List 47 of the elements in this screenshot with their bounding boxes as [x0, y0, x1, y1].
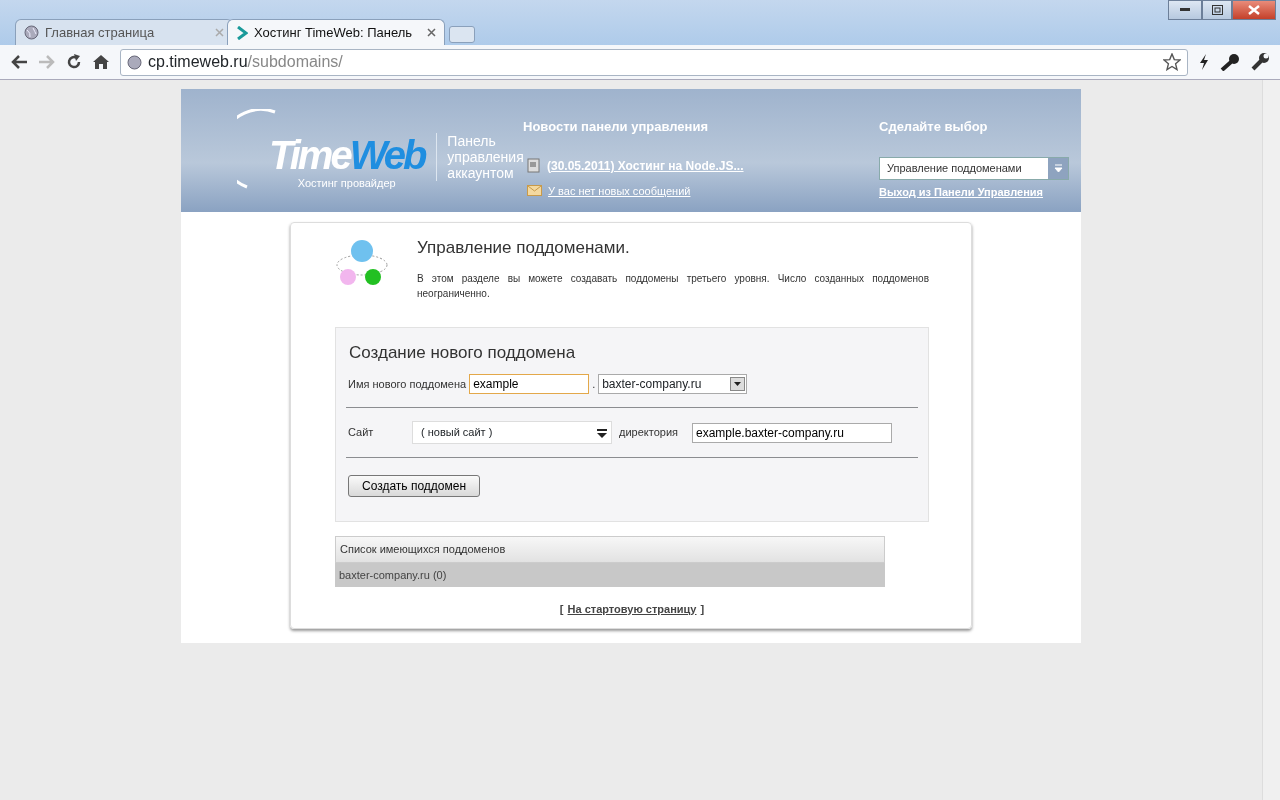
logo-tagline: Хостинг провайдер — [297, 176, 396, 192]
home-icon[interactable] — [92, 54, 110, 70]
subdomain-name-field[interactable]: example — [469, 374, 590, 394]
domain-select[interactable]: baxter-company.ru — [598, 374, 748, 394]
minimize-icon — [1180, 8, 1190, 12]
field-label: Имя нового поддомена — [348, 376, 467, 392]
section-select[interactable]: Управление поддоменами — [879, 156, 1069, 180]
back-icon[interactable] — [10, 54, 28, 70]
create-subdomain-button[interactable]: Создать поддомен — [348, 475, 481, 497]
dropdown-arrow-icon — [1053, 163, 1063, 173]
choice-title: Сделайте выбор — [879, 118, 989, 136]
address-bar[interactable]: cp.timeweb.ru/subdomains/ — [120, 48, 1188, 76]
chevron-icon — [236, 25, 248, 40]
globe-icon — [127, 54, 142, 70]
maximize-button[interactable] — [1202, 0, 1232, 20]
site-select[interactable]: ( новый сайт ) — [412, 421, 612, 444]
bracket: [ — [559, 602, 564, 617]
key-icon[interactable] — [1220, 53, 1240, 71]
dot-separator: . — [592, 376, 596, 392]
spheres-icon — [335, 237, 389, 287]
directory-field[interactable]: example.baxter-company.ru — [692, 422, 892, 443]
section-description: В этом разделе вы можете создавать поддомены третьего уровня. Число созданных поддоменов неограниченно. — [417, 271, 929, 301]
close-icon — [1248, 5, 1260, 15]
home-page-link[interactable]: На стартовую страницу — [567, 601, 697, 618]
minimize-button[interactable] — [1168, 0, 1202, 20]
dropdown-arrow-icon — [597, 427, 607, 438]
document-icon — [527, 158, 541, 173]
form-title: Создание нового поддомена — [348, 341, 577, 364]
wrench-icon[interactable] — [1250, 53, 1270, 71]
star-icon[interactable] — [1163, 53, 1181, 71]
close-icon[interactable] — [427, 28, 436, 37]
globe-icon — [24, 25, 39, 40]
maximize-icon — [1211, 5, 1223, 15]
section-title: Управление поддоменами. — [417, 237, 631, 259]
scrollbar[interactable] — [1262, 80, 1280, 800]
logo-text: TimeWeb — [269, 135, 425, 176]
envelope-icon — [527, 185, 542, 197]
browser-tab[interactable]: Хостинг TimeWeb: Панель — [227, 19, 445, 45]
bracket: ] — [700, 602, 705, 617]
field-label: директория — [619, 425, 678, 441]
url-text: cp.timeweb.ru/subdomains/ — [148, 52, 343, 72]
list-row: baxter-company.ru (0) — [335, 562, 885, 587]
lightning-icon[interactable] — [1198, 53, 1210, 71]
field-label: Сайт — [348, 425, 375, 441]
list-header: Список имеющихся поддоменов — [335, 536, 885, 563]
reload-icon[interactable] — [66, 54, 82, 70]
close-button[interactable] — [1232, 0, 1276, 20]
